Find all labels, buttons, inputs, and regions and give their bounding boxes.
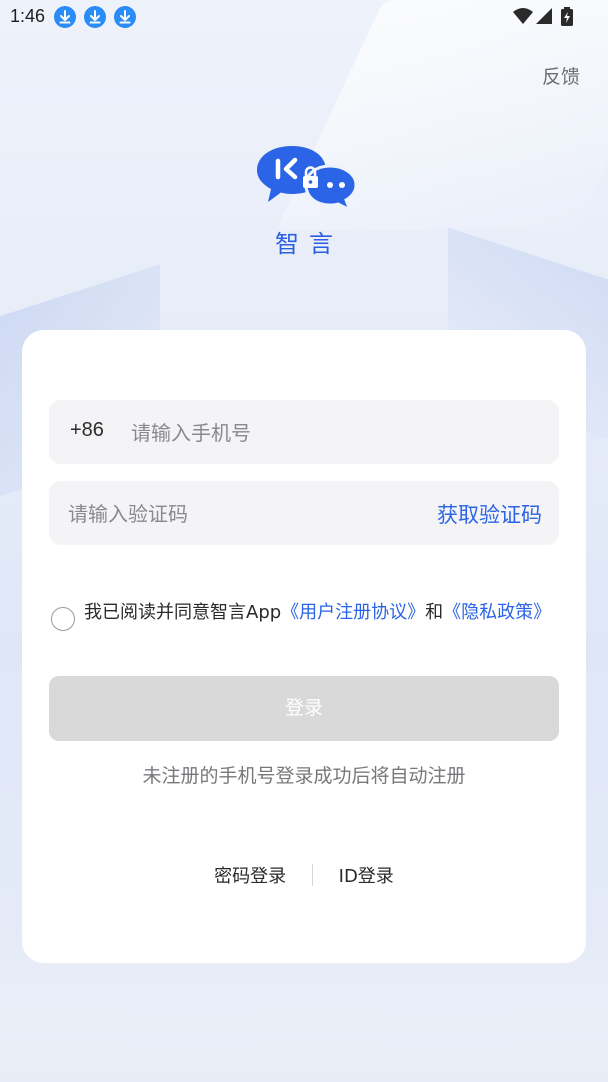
verification-code-input[interactable] <box>66 498 370 530</box>
auto-register-hint: 未注册的手机号登录成功后将自动注册 <box>142 765 466 787</box>
download-icon <box>114 6 136 28</box>
download-icon <box>84 6 106 28</box>
get-code-button[interactable]: 获取验证码 <box>437 499 542 529</box>
phone-field: +86 <box>49 400 559 464</box>
user-agreement-link[interactable]: 《用户注册协议》 <box>281 602 425 623</box>
phone-input[interactable] <box>129 417 533 449</box>
status-time: 1:46 <box>10 6 46 26</box>
alternative-logins: 密码登录 ID登录 <box>22 862 586 888</box>
login-button[interactable]: 登录 <box>49 676 559 741</box>
download-icon <box>54 6 76 28</box>
login-card: +86 获取验证码 我已阅读并同意智言App《用户注册协议》和《隐私政策》 登录… <box>22 330 586 963</box>
status-bar: 1:46 <box>0 0 608 34</box>
background-decoration <box>0 950 608 1082</box>
signal-icon <box>536 8 552 24</box>
verification-code-field: 获取验证码 <box>49 481 559 545</box>
agreement-conjunction: 和 <box>425 602 444 623</box>
privacy-policy-link[interactable]: 《隐私政策》 <box>443 602 551 623</box>
id-login-button[interactable]: ID登录 <box>339 862 394 888</box>
feedback-link[interactable]: 反馈 <box>542 62 580 89</box>
country-code[interactable]: +86 <box>70 419 104 442</box>
status-icons <box>512 6 578 28</box>
app-name: 智言 <box>275 230 343 258</box>
divider <box>311 864 313 886</box>
battery-charging-icon <box>561 7 573 26</box>
password-login-button[interactable]: 密码登录 <box>214 862 286 888</box>
agreement-checkbox[interactable] <box>51 607 75 631</box>
app-logo <box>256 144 358 214</box>
wifi-icon <box>513 8 533 24</box>
agreement-text: 我已阅读并同意智言App《用户注册协议》和《隐私政策》 <box>84 602 564 624</box>
agreement-prefix: 我已阅读并同意智言App <box>84 602 282 623</box>
